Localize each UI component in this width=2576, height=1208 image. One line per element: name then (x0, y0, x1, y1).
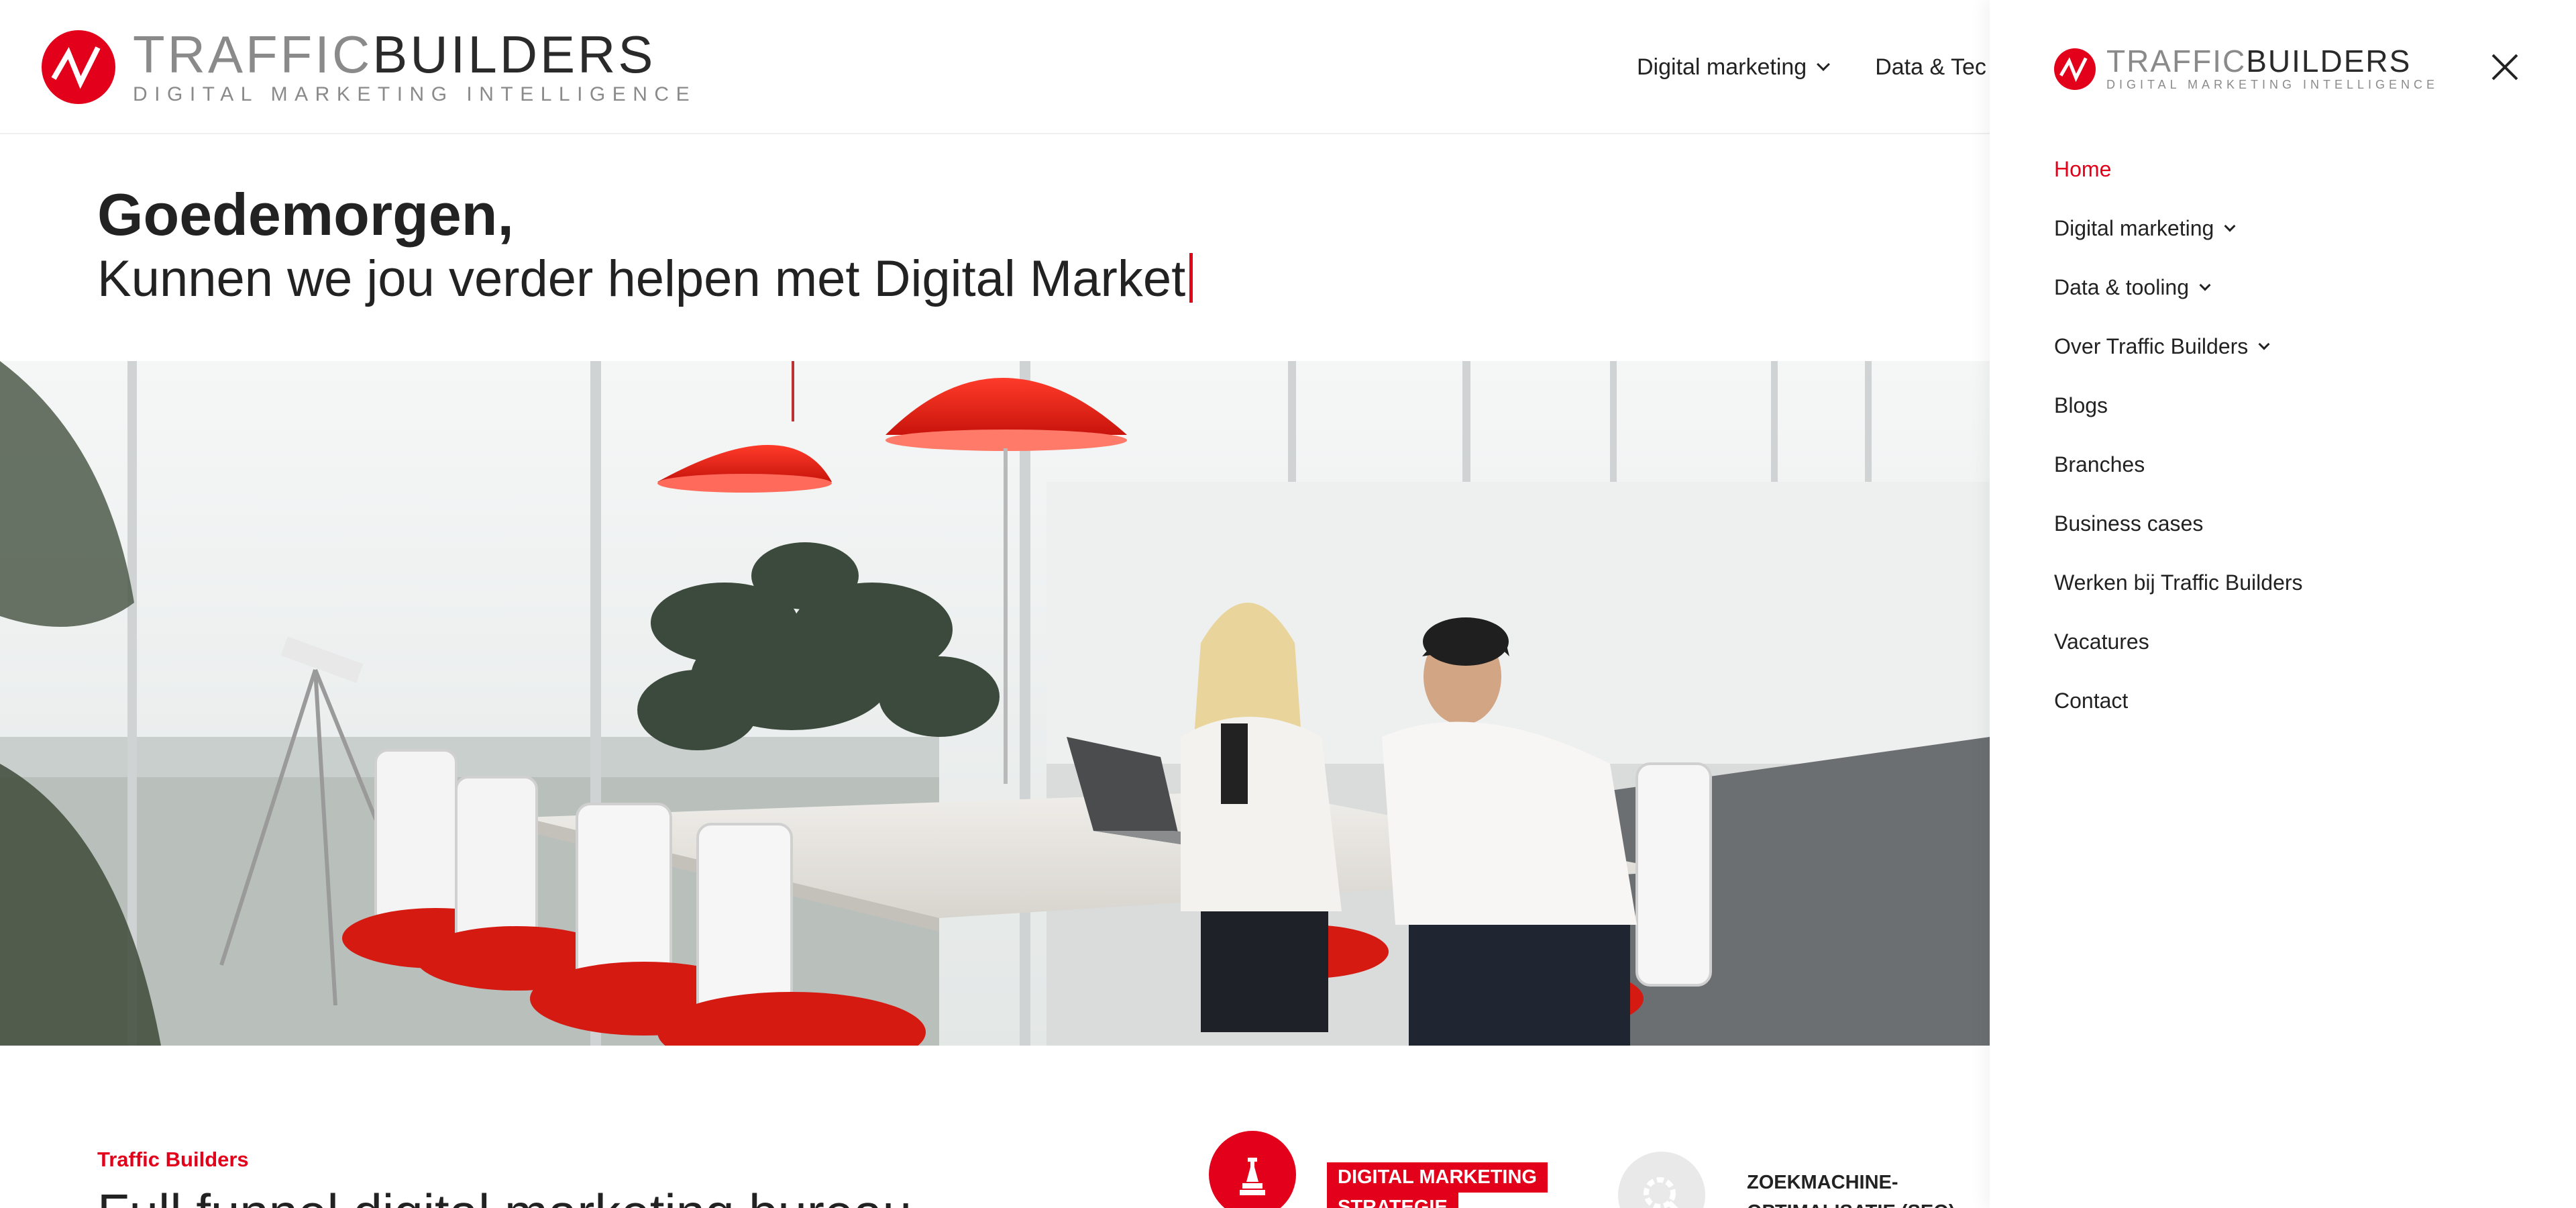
menu-item-label: Digital marketing (2054, 215, 2214, 240)
side-menu-logo[interactable]: TRAFFICBUILDERS DIGITAL MARKETING INTELL… (2054, 46, 2438, 92)
menu-item-branches[interactable]: Branches (2054, 435, 2303, 494)
chevron-down-icon[interactable] (2224, 220, 2236, 232)
service-label-line: OPTIMALISATIE (SEO) (1747, 1197, 1955, 1208)
menu-item-data-tooling[interactable]: Data & tooling (2054, 258, 2303, 317)
service-label-line: ZOEKMACHINE- (1747, 1172, 1898, 1193)
service-seo-link[interactable]: ZOEKMACHINE- OPTIMALISATIE (SEO) (1747, 1168, 1955, 1208)
logo-text: TRAFFICBUILDERS DIGITAL MARKETING INTELL… (2106, 46, 2438, 92)
logo-mark-icon (42, 30, 115, 104)
menu-item-label: Data & tooling (2054, 274, 2190, 299)
greeting-title: Goedemorgen, (97, 181, 514, 248)
menu-item-contact[interactable]: Contact (2054, 671, 2303, 730)
section-label: Traffic Builders (97, 1148, 249, 1171)
greeting-subtitle: Kunnen we jou verder helpen met Digital … (97, 246, 1193, 313)
logo-mark-icon (2054, 48, 2096, 90)
greeting-typed-text: Kunnen we jou verder helpen met Digital … (97, 250, 1186, 307)
close-icon[interactable] (2491, 54, 2518, 81)
menu-item-werken-bij[interactable]: Werken bij Traffic Builders (2054, 553, 2303, 612)
nav-item-label: Data & Tec (1875, 54, 1986, 80)
menu-item-label: Blogs (2054, 393, 2108, 417)
menu-item-home[interactable]: Home (2054, 140, 2303, 199)
logo-tagline: DIGITAL MARKETING INTELLIGENCE (2106, 78, 2439, 91)
logo-tagline: DIGITAL MARKETING INTELLIGENCE (133, 83, 697, 105)
site-logo[interactable]: TRAFFICBUILDERS DIGITAL MARKETING INTELL… (42, 28, 696, 106)
menu-item-vacatures[interactable]: Vacatures (2054, 612, 2303, 671)
chevron-down-icon[interactable] (2258, 338, 2270, 350)
nav-item-label: Digital marketing (1637, 54, 1807, 80)
logo-wordmark: TRAFFICBUILDERS (2106, 44, 2412, 79)
menu-item-label: Contact (2054, 688, 2129, 713)
menu-item-business-cases[interactable]: Business cases (2054, 494, 2303, 553)
nav-data-tec[interactable]: Data & Tec (1875, 54, 1986, 81)
gear-icon[interactable] (1618, 1152, 1705, 1208)
menu-item-label: Over Traffic Builders (2054, 334, 2249, 358)
menu-item-digital-marketing[interactable]: Digital marketing (2054, 199, 2303, 258)
service-label-line: DIGITAL MARKETING (1327, 1162, 1548, 1193)
hero-photo (0, 361, 1990, 1046)
typing-caret (1189, 253, 1193, 303)
menu-item-label: Branches (2054, 452, 2145, 476)
service-label-line: STRATEGIE (1327, 1193, 1458, 1208)
chevron-down-icon[interactable] (2199, 279, 2211, 291)
menu-item-over-traffic-builders[interactable]: Over Traffic Builders (2054, 317, 2303, 376)
side-menu-panel: TRAFFICBUILDERS DIGITAL MARKETING INTELL… (1990, 0, 2576, 1208)
menu-item-label: Werken bij Traffic Builders (2054, 570, 2303, 595)
logo-wordmark: TRAFFICBUILDERS (133, 25, 656, 84)
site-header: TRAFFICBUILDERS DIGITAL MARKETING INTELL… (0, 0, 1990, 134)
side-menu-list: Home Digital marketing Data & tooling Ov… (2054, 140, 2303, 730)
chevron-down-icon (1817, 58, 1831, 71)
menu-item-blogs[interactable]: Blogs (2054, 376, 2303, 435)
section-title: Full funnel digital marketing bureau (97, 1182, 912, 1208)
menu-item-label: Home (2054, 156, 2112, 181)
menu-item-label: Vacatures (2054, 629, 2149, 654)
service-strategy-link[interactable]: DIGITAL MARKETING STRATEGIE (1327, 1162, 1548, 1208)
greeting-block: Goedemorgen, Kunnen we jou verder helpen… (97, 181, 1193, 313)
chess-piece-icon[interactable] (1209, 1131, 1296, 1208)
menu-item-label: Business cases (2054, 511, 2204, 536)
top-navigation: Digital marketing Data & Tec (1637, 0, 2033, 134)
logo-text: TRAFFICBUILDERS DIGITAL MARKETING INTELL… (133, 28, 696, 106)
nav-digital-marketing[interactable]: Digital marketing (1637, 54, 1831, 81)
